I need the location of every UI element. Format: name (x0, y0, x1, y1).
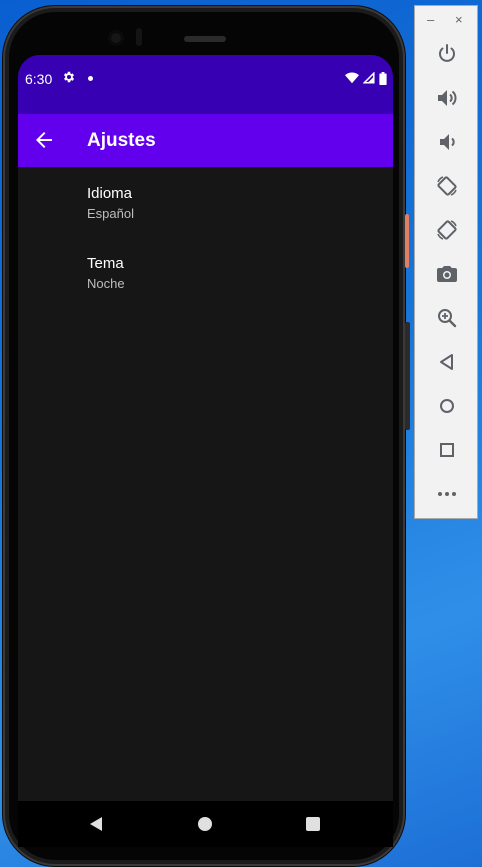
proximity-sensor (136, 28, 142, 46)
navigation-bar (18, 801, 393, 847)
camera-icon[interactable] (435, 262, 459, 286)
volume-up-icon[interactable] (435, 86, 459, 110)
minimize-button[interactable]: – (427, 12, 434, 27)
preference-summary: Español (87, 206, 134, 221)
volume-down-icon[interactable] (435, 130, 459, 154)
status-time: 6:30 (25, 71, 53, 87)
arrow-back-icon[interactable] (32, 128, 56, 152)
zoom-icon[interactable] (435, 306, 459, 330)
rotate-left-icon[interactable] (435, 174, 459, 198)
home-icon[interactable] (435, 394, 459, 418)
preference-item-language[interactable]: Idioma Español (18, 167, 393, 237)
overview-square-icon[interactable] (305, 816, 321, 832)
preference-summary: Noche (87, 276, 125, 291)
hardware-volume-rocker[interactable] (405, 322, 410, 430)
back-triangle-icon[interactable] (88, 816, 104, 832)
hardware-power-button[interactable] (405, 214, 409, 268)
emulator-toolbar: – × (414, 5, 478, 519)
overview-icon[interactable] (435, 438, 459, 462)
gear-icon (63, 71, 75, 83)
preference-title: Tema (87, 255, 124, 272)
notification-dot-icon (88, 76, 93, 81)
front-camera (108, 30, 124, 46)
more-icon[interactable] (435, 482, 459, 506)
wifi-icon (345, 72, 359, 84)
close-button[interactable]: × (455, 12, 463, 27)
power-icon[interactable] (435, 42, 459, 66)
earpiece-speaker (184, 36, 226, 42)
home-circle-icon[interactable] (197, 816, 213, 832)
rotate-right-icon[interactable] (435, 218, 459, 242)
back-icon[interactable] (435, 350, 459, 374)
preference-title: Idioma (87, 185, 133, 202)
battery-icon (379, 71, 387, 85)
preference-item-theme[interactable]: Tema Noche (18, 237, 393, 307)
cell-signal-icon (363, 72, 375, 84)
device-screen: 6:30 Ajustes Idioma Español Tema Noche (18, 55, 393, 847)
status-bar: 6:30 (18, 55, 393, 114)
page-title: Ajustes (87, 130, 156, 151)
status-icons (345, 71, 387, 85)
app-bar: Ajustes (18, 114, 393, 167)
preferences-list: Idioma Español Tema Noche (18, 167, 393, 307)
